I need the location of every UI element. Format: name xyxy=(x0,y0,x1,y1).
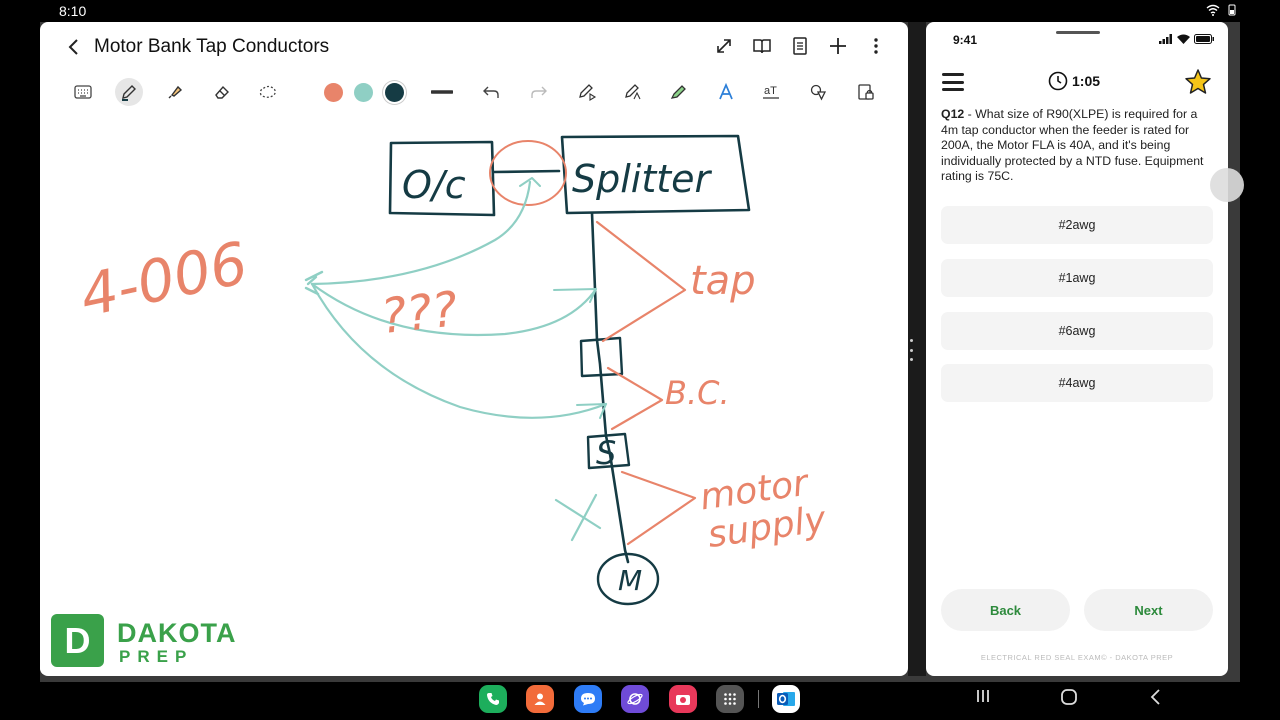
back-button[interactable]: Back xyxy=(941,589,1070,631)
motor-m-label: M xyxy=(618,564,642,597)
svg-text:aT: aT xyxy=(764,85,777,97)
window-grab-bar[interactable] xyxy=(1056,31,1100,34)
back-arrow-icon[interactable] xyxy=(62,35,86,59)
tap-label: tap xyxy=(690,258,756,304)
header-actions xyxy=(714,35,886,57)
color-teal[interactable] xyxy=(354,83,373,102)
status-bar: 8:10 xyxy=(0,0,1280,22)
system-back-button[interactable] xyxy=(1149,688,1163,711)
bc-label: B.C. xyxy=(665,374,730,412)
answer-option[interactable]: #2awg xyxy=(941,206,1213,244)
bc-bracket xyxy=(606,366,664,431)
shapes-icon[interactable] xyxy=(804,78,832,106)
camera-app-icon[interactable] xyxy=(669,685,697,713)
next-button[interactable]: Next xyxy=(1084,589,1213,631)
clock-icon xyxy=(1048,71,1068,91)
connector-line xyxy=(492,169,561,174)
apps-grid-icon[interactable] xyxy=(716,685,744,713)
home-button[interactable] xyxy=(1060,688,1078,711)
internet-app-icon[interactable] xyxy=(621,685,649,713)
status-time: 8:10 xyxy=(59,3,87,19)
recents-button[interactable] xyxy=(975,688,991,709)
redo-icon[interactable] xyxy=(525,78,553,106)
favorite-star-icon[interactable] xyxy=(1184,68,1212,95)
taskbar xyxy=(0,680,1280,720)
menu-icon[interactable] xyxy=(942,73,964,91)
contacts-app-icon[interactable] xyxy=(526,685,554,713)
quiz-timer: 1:05 xyxy=(1048,71,1100,91)
answer-option[interactable]: #6awg xyxy=(941,312,1213,350)
question-number: Q12 xyxy=(941,107,965,121)
pen-icon[interactable] xyxy=(115,78,143,106)
quiz-app: 9:41 1:05 Q12 - What size of R90(XLPE) i… xyxy=(926,22,1228,676)
oc-label: O/c xyxy=(402,163,466,207)
logo-mark: D xyxy=(51,614,104,667)
line-thickness-icon[interactable] xyxy=(428,78,456,106)
eraser-icon[interactable] xyxy=(208,78,236,106)
logo-line-2: PREP xyxy=(119,647,194,666)
outlook-app-icon[interactable] xyxy=(772,685,800,713)
note-title: Motor Bank Tap Conductors xyxy=(94,36,330,57)
split-handle[interactable] xyxy=(910,339,914,361)
add-icon[interactable] xyxy=(828,35,848,57)
splitter-label: Splitter xyxy=(572,157,713,201)
teal-arrow-3 xyxy=(310,282,608,419)
tap-bracket xyxy=(595,220,687,343)
dakota-prep-logo: D DAKOTA PREP xyxy=(40,604,262,674)
notes-app: Motor Bank Tap Conductors aT 4-006 O/c S… xyxy=(40,22,908,676)
handwriting-canvas[interactable]: 4-006 O/c Splitter ??? tap B.C. S motor … xyxy=(40,112,908,676)
book-icon[interactable] xyxy=(752,35,772,57)
s-label: S xyxy=(596,434,616,472)
highlighter-green-icon[interactable] xyxy=(665,78,693,106)
drawing-toolbar: aT xyxy=(40,74,908,110)
code-label: 4-006 xyxy=(74,229,253,331)
system-status-icons xyxy=(1206,4,1238,16)
question-label: ??? xyxy=(378,281,460,345)
question-body: - What size of R90(XLPE) is required for… xyxy=(941,107,1204,183)
lasso-icon[interactable] xyxy=(254,78,282,106)
main-conductor xyxy=(590,211,630,564)
messages-app-icon[interactable] xyxy=(574,685,602,713)
battery-icon xyxy=(1194,34,1214,44)
more-icon[interactable] xyxy=(866,35,886,57)
color-coral[interactable] xyxy=(324,83,343,102)
text-pen-icon[interactable] xyxy=(619,78,647,106)
motor-supply-bracket xyxy=(620,470,697,546)
keyboard-icon[interactable] xyxy=(69,78,97,106)
timer-value: 1:05 xyxy=(1072,73,1101,89)
undo-icon[interactable] xyxy=(477,78,505,106)
lock-icon[interactable] xyxy=(852,78,880,106)
text-recognize-icon[interactable]: aT xyxy=(757,78,785,106)
app-footer: ELECTRICAL RED SEAL EXAM© - DAKOTA PREP xyxy=(980,653,1174,662)
shape-pen-icon[interactable] xyxy=(573,78,601,106)
notes-header: Motor Bank Tap Conductors xyxy=(40,22,908,72)
question-text: Q12 - What size of R90(XLPE) is required… xyxy=(941,107,1217,185)
wifi-icon xyxy=(1206,4,1220,16)
phone-status-icons xyxy=(1159,34,1214,44)
teal-x xyxy=(554,493,602,542)
wifi-icon xyxy=(1177,34,1190,44)
battery-icon xyxy=(1228,4,1236,16)
page-icon[interactable] xyxy=(790,35,810,57)
answer-option[interactable]: #4awg xyxy=(941,364,1213,402)
answer-option[interactable]: #1awg xyxy=(941,259,1213,297)
floating-pen-button[interactable] xyxy=(1210,168,1244,202)
signal-icon xyxy=(1159,34,1172,44)
expand-icon[interactable] xyxy=(714,35,734,57)
phone-time: 9:41 xyxy=(953,33,978,47)
phone-app-icon[interactable] xyxy=(479,685,507,713)
color-navy[interactable] xyxy=(385,83,404,102)
highlighter-icon[interactable] xyxy=(161,78,189,106)
text-style-icon[interactable] xyxy=(712,78,740,106)
taskbar-separator xyxy=(758,690,759,708)
logo-line-1: DAKOTA xyxy=(117,618,237,648)
